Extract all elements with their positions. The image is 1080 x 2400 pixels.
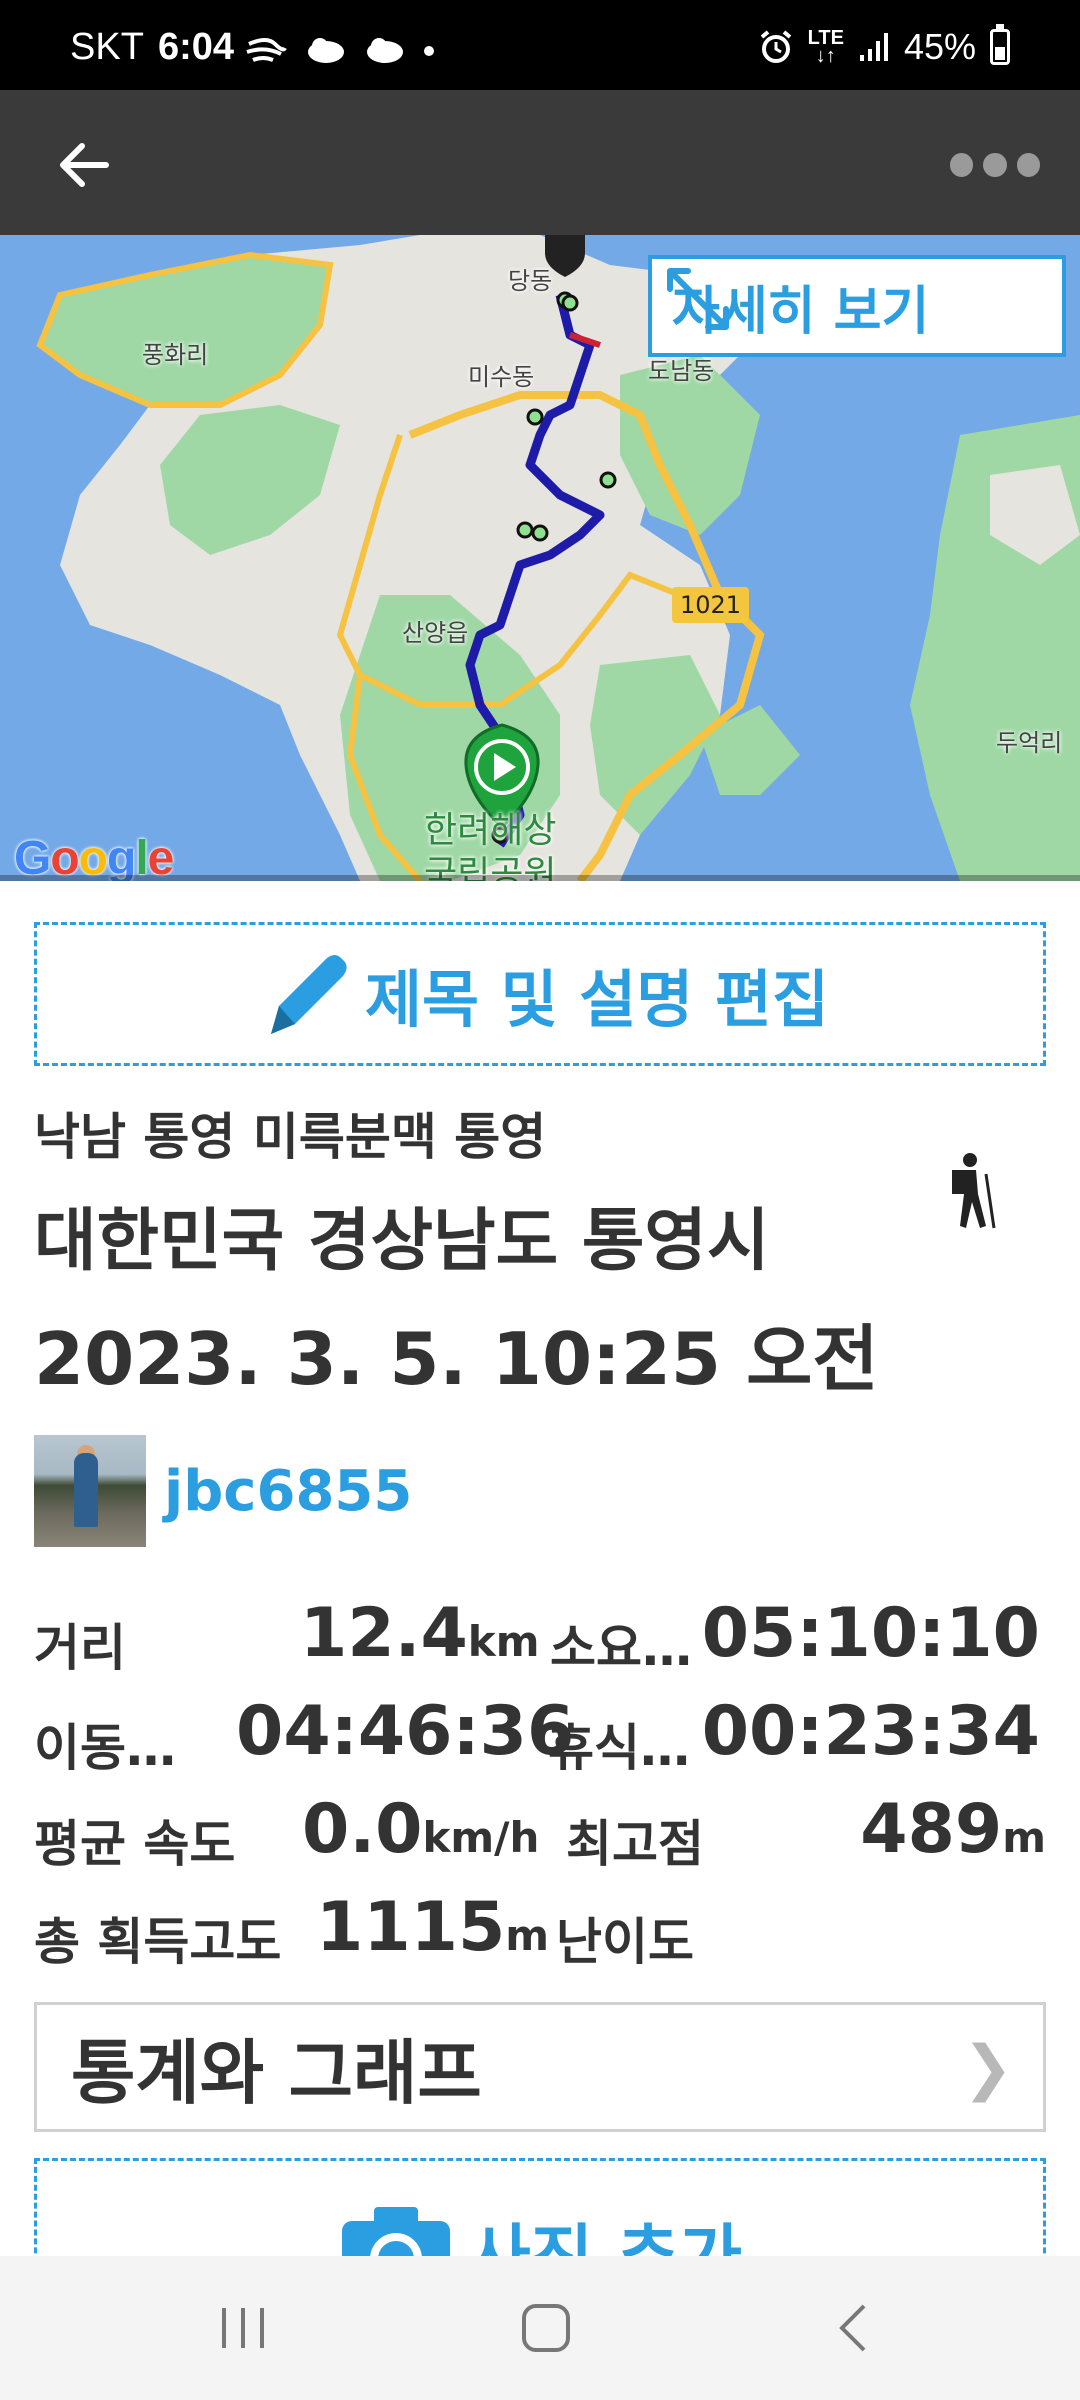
battery-icon xyxy=(990,24,1010,65)
back-button[interactable] xyxy=(50,130,120,200)
hiker-icon xyxy=(942,1150,1002,1230)
google-attribution: Google xyxy=(14,831,174,881)
system-back-button[interactable] xyxy=(820,2296,890,2360)
road-number-badge: 1021 xyxy=(672,587,750,623)
max-altitude-number: 489 xyxy=(860,1790,1003,1869)
elevation-gain-label: 총 획득고도 xyxy=(34,1913,282,1971)
map-label: 당동 xyxy=(508,267,553,295)
moving-time-value: 04:46:36 xyxy=(236,1692,575,1771)
stats-graph-button[interactable]: 통계와 그래프 ❯ xyxy=(34,2002,1046,2132)
distance-number: 12.4 xyxy=(300,1594,468,1673)
carrier-name: SKT xyxy=(70,26,144,68)
track-datetime: 2023. 3. 5. 10:25 오전 xyxy=(34,1317,879,1401)
status-bar: SKT 6:04 LTE ↓↑ 45% xyxy=(0,0,1080,90)
map-label: 산양읍 xyxy=(402,619,469,647)
distance-value: 12.4km xyxy=(300,1594,539,1673)
network-arrows: ↓↑ xyxy=(815,45,836,67)
alarm-icon xyxy=(760,30,791,63)
more-dots-icon xyxy=(983,153,1007,177)
username: jbc6855 xyxy=(164,1458,413,1524)
home-icon xyxy=(522,2304,570,2352)
max-altitude-unit: m xyxy=(1002,1813,1046,1862)
wind-icon xyxy=(246,37,287,62)
clock-time: 6:04 xyxy=(158,26,235,68)
waypoint-marker xyxy=(526,408,544,426)
pencil-icon xyxy=(270,955,347,1034)
waypoint-marker xyxy=(516,521,534,539)
chevron-right-icon: ❯ xyxy=(962,2033,1013,2103)
home-button[interactable] xyxy=(510,2296,580,2360)
edit-title-description-button[interactable]: 제목 및 설명 편집 xyxy=(34,922,1046,1066)
rest-time-label: 휴식… xyxy=(548,1719,690,1777)
network-indicator: LTE ↓↑ xyxy=(808,28,844,67)
max-altitude-label: 최고점 xyxy=(566,1815,704,1873)
track-location: 대한민국 경상남도 통영시 xyxy=(34,1202,770,1281)
avg-speed-value: 0.0km/h xyxy=(302,1790,539,1869)
avg-speed-label: 평균 속도 xyxy=(34,1815,236,1873)
waypoint-marker xyxy=(599,471,617,489)
edit-label: 제목 및 설명 편집 xyxy=(364,963,830,1036)
signal-icon xyxy=(859,33,888,61)
more-dots-icon xyxy=(1016,153,1040,177)
map-label: 미수동 xyxy=(468,363,535,391)
view-details-button[interactable]: 자세히 보기 xyxy=(648,255,1066,357)
distance-label: 거리 xyxy=(34,1619,126,1677)
avatar xyxy=(34,1435,146,1547)
notification-icons xyxy=(245,28,437,68)
recent-apps-button[interactable] xyxy=(208,2296,278,2360)
elapsed-label: 소요… xyxy=(550,1619,692,1677)
elapsed-value: 05:10:10 xyxy=(701,1594,1040,1673)
distance-unit: km xyxy=(467,1617,540,1666)
difficulty-label: 난이도 xyxy=(556,1913,694,1971)
map-label: 풍화리 xyxy=(142,341,209,369)
moving-time-label: 이동… xyxy=(34,1719,176,1777)
expand-icon xyxy=(667,268,729,330)
waypoint-marker xyxy=(531,524,549,542)
track-title: 낙남 통영 미륵분맥 통영 xyxy=(34,1108,547,1166)
google-logo-text: Google xyxy=(14,832,174,881)
more-dots-icon xyxy=(950,153,974,177)
avg-speed-unit: km/h xyxy=(422,1813,540,1862)
more-options-button[interactable] xyxy=(950,140,1040,190)
elevation-gain-number: 1115 xyxy=(316,1888,506,1967)
dot-icon xyxy=(424,45,435,56)
app-bar xyxy=(0,90,1080,235)
battery-fill xyxy=(995,47,1005,60)
max-altitude-value: 489m xyxy=(860,1790,1046,1869)
map-divider xyxy=(0,875,1080,881)
route-map[interactable]: 당동 풍화리 미수동 도남동 산양읍 두억리 한려해상 국립공원 1021 Go… xyxy=(0,235,1080,881)
cloud-icon xyxy=(307,37,344,63)
elevation-gain-unit: m xyxy=(505,1911,550,1960)
battery-percent: 45% xyxy=(903,26,976,67)
stats-graph-label: 통계와 그래프 xyxy=(71,2031,482,2114)
user-profile-link[interactable]: jbc6855 xyxy=(34,1435,412,1547)
map-label: 두억리 xyxy=(996,729,1063,757)
arrow-left-icon xyxy=(60,143,109,187)
rest-time-value: 00:23:34 xyxy=(701,1692,1040,1771)
elevation-gain-value: 1115m xyxy=(316,1888,549,1967)
cloud-icon xyxy=(366,37,403,63)
back-chevron-icon xyxy=(839,2304,866,2352)
waypoint-marker xyxy=(561,294,579,312)
avatar-figure xyxy=(74,1453,98,1527)
avg-speed-number: 0.0 xyxy=(302,1790,423,1869)
system-navigation-bar xyxy=(0,2256,1080,2400)
recent-apps-icon xyxy=(222,2308,264,2348)
